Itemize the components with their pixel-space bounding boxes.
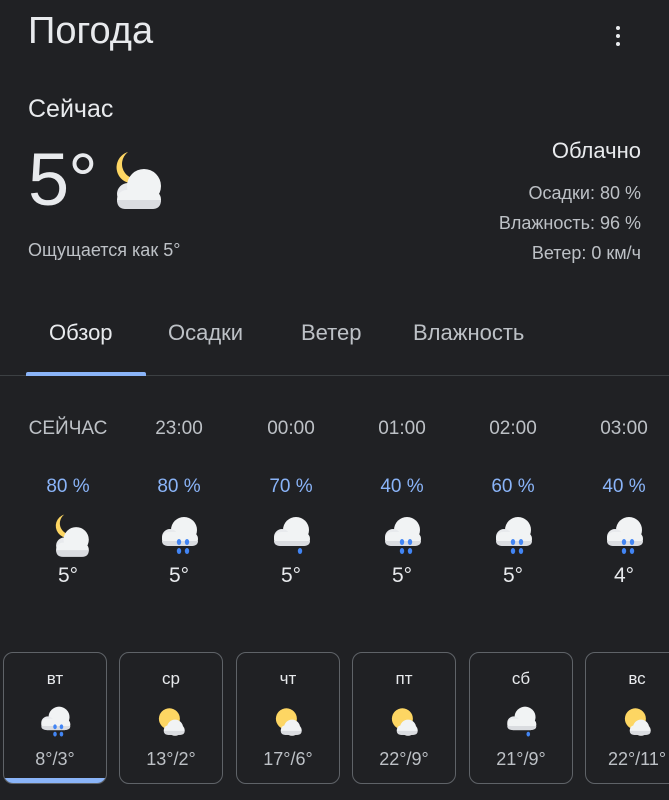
day-temp-range: 21°/9° xyxy=(496,749,546,769)
day-temp-range: 17°/6° xyxy=(263,749,313,769)
day-card-thursday[interactable]: чт 17°/6° xyxy=(236,652,340,784)
tab-wind[interactable]: Ветер xyxy=(301,320,361,346)
daily-forecast: вт 8°/3° ср 13°/2° чт 17°/6° пт 22°/9° с… xyxy=(0,650,669,800)
night-partly-cloudy-icon xyxy=(42,510,94,562)
rain-icon xyxy=(153,510,205,562)
day-card-sunday[interactable]: вс 22°/11° xyxy=(585,652,669,784)
more-options-button[interactable] xyxy=(607,18,629,54)
tab-overview[interactable]: Обзор xyxy=(49,320,113,346)
hour-temp: 5° xyxy=(391,564,413,587)
hourly-forecast[interactable]: СЕЙЧАС 80 % 5° 23:00 80 % 5° 00:00 70 % … xyxy=(0,418,669,618)
day-card-tuesday[interactable]: вт 8°/3° xyxy=(3,652,107,784)
current-conditions: Облачно Осадки: 80 % Влажность: 96 % Вет… xyxy=(499,138,641,268)
hour-temp: 4° xyxy=(613,564,635,587)
hour-item: СЕЙЧАС 80 % 5° xyxy=(13,418,123,588)
day-temp-range: 22°/11° xyxy=(607,749,667,769)
selected-day-indicator xyxy=(4,778,106,783)
hour-temp: 5° xyxy=(57,564,79,587)
app-title: Погода xyxy=(28,10,154,52)
night-partly-cloudy-icon xyxy=(98,146,168,216)
hour-temp: 5° xyxy=(502,564,524,587)
tab-bar: Обзор Осадки Ветер Влажность xyxy=(0,308,669,376)
more-vert-icon xyxy=(616,26,620,30)
hour-item: 23:00 80 % 5° xyxy=(124,418,234,588)
hour-precip: 40 % xyxy=(602,476,646,497)
hour-time: 00:00 xyxy=(267,418,315,439)
day-name: ср xyxy=(162,669,180,688)
tab-precipitation[interactable]: Осадки xyxy=(168,320,243,346)
day-temp-range: 22°/9° xyxy=(379,749,429,769)
drizzle-icon xyxy=(265,510,317,562)
hour-temp: 5° xyxy=(280,564,302,587)
day-name: чт xyxy=(279,669,297,688)
hour-precip: 60 % xyxy=(491,476,535,497)
hour-item: 02:00 60 % 5° xyxy=(458,418,568,588)
day-card-friday[interactable]: пт 22°/9° xyxy=(352,652,456,784)
day-card-saturday[interactable]: сб 21°/9° xyxy=(469,652,573,784)
hour-time: 03:00 xyxy=(600,418,648,439)
wind-text: Ветер: 0 км/ч xyxy=(531,243,641,263)
hour-time: 23:00 xyxy=(155,418,203,439)
hour-precip: 40 % xyxy=(380,476,424,497)
hour-precip: 80 % xyxy=(46,476,90,497)
day-name: пт xyxy=(395,669,413,688)
humidity-text: Влажность: 96 % xyxy=(498,213,641,233)
hour-time: СЕЙЧАС xyxy=(28,418,108,439)
hour-precip: 70 % xyxy=(269,476,313,497)
current-label: Сейчас xyxy=(28,95,114,123)
hour-item: 03:00 40 % 4° xyxy=(569,418,669,588)
feels-like: Ощущается как 5° xyxy=(28,240,181,260)
partly-sunny-icon xyxy=(267,701,309,743)
precipitation-text: Осадки: 80 % xyxy=(528,183,641,203)
hour-item: 01:00 40 % 5° xyxy=(347,418,457,588)
rain-icon xyxy=(34,701,76,743)
hour-time: 01:00 xyxy=(378,418,426,439)
day-name: вс xyxy=(628,669,646,688)
day-temp-range: 8°/3° xyxy=(35,749,75,769)
hour-item: 00:00 70 % 5° xyxy=(236,418,346,588)
current-temperature: 5° xyxy=(28,138,98,221)
partly-sunny-icon xyxy=(383,701,425,743)
app-header: Погода xyxy=(28,8,669,58)
drizzle-icon xyxy=(500,701,542,743)
hour-temp: 5° xyxy=(168,564,190,587)
day-name: сб xyxy=(511,669,531,688)
hour-precip: 80 % xyxy=(157,476,201,497)
day-temp-range: 13°/2° xyxy=(146,749,196,769)
condition-text: Облачно xyxy=(551,138,641,163)
rain-icon xyxy=(598,510,650,562)
tab-humidity[interactable]: Влажность xyxy=(413,320,524,346)
day-card-wednesday[interactable]: ср 13°/2° xyxy=(119,652,223,784)
rain-icon xyxy=(487,510,539,562)
active-tab-indicator xyxy=(26,372,146,376)
rain-icon xyxy=(376,510,428,562)
partly-sunny-icon xyxy=(150,701,192,743)
hour-time: 02:00 xyxy=(489,418,537,439)
day-name: вт xyxy=(46,669,64,688)
partly-sunny-icon xyxy=(616,701,658,743)
